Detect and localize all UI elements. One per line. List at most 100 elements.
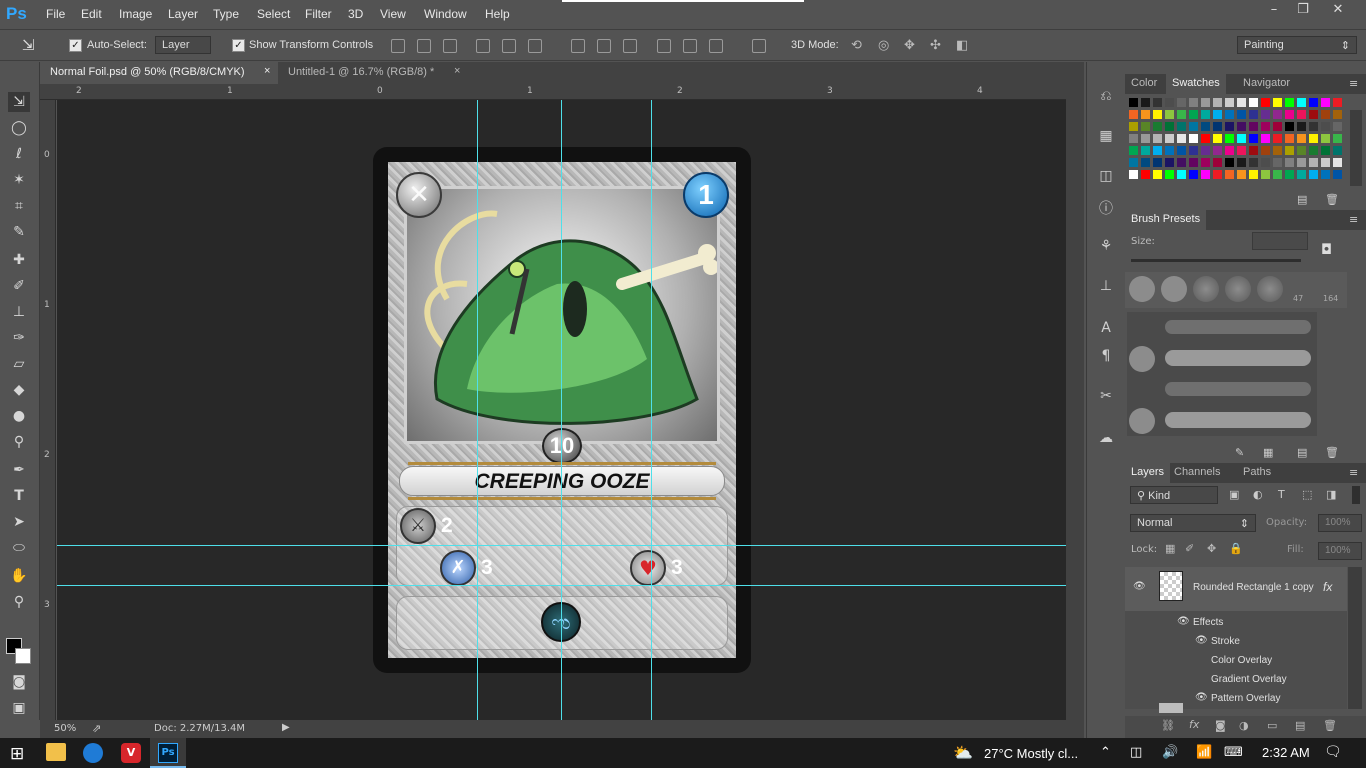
layers-list[interactable]: 👁 Rounded Rectangle 1 copy fx 👁 Effects … [1125, 567, 1347, 709]
color-swatch[interactable] [1189, 158, 1198, 167]
color-swatch[interactable] [1213, 134, 1222, 143]
clock[interactable]: 2:32 AM [1262, 745, 1310, 760]
color-swatch[interactable] [1285, 134, 1294, 143]
effects-row[interactable]: 👁 Effects [1125, 615, 1347, 633]
color-swatch[interactable] [1225, 98, 1234, 107]
swatch-scrollbar[interactable] [1350, 110, 1362, 186]
color-swatch[interactable] [1141, 134, 1150, 143]
brush-panel-icon[interactable]: ⚘ [1096, 238, 1116, 258]
tool-presets-icon[interactable]: ✂ [1096, 388, 1116, 408]
color-swatch[interactable] [1297, 110, 1306, 119]
restore-button[interactable]: ❐ [1288, 2, 1318, 22]
eraser-tool-icon[interactable]: ▱ [8, 354, 30, 374]
windows-start-icon[interactable]: ⊞ [10, 744, 24, 764]
visibility-eye-icon[interactable]: 👁 [1133, 581, 1146, 592]
add-mask-icon[interactable]: ◙ [1215, 719, 1226, 732]
drag-3d-icon[interactable]: ✥ [904, 38, 915, 53]
menu-layer[interactable]: Layer [168, 7, 198, 21]
paragraph-icon[interactable]: ¶ [1096, 348, 1116, 368]
background-color-swatch[interactable] [15, 648, 31, 664]
zoom-tool-icon[interactable]: ⚲ [8, 592, 30, 612]
color-swatch[interactable] [1141, 158, 1150, 167]
color-swatch[interactable] [1129, 110, 1138, 119]
color-swatch[interactable] [1213, 146, 1222, 155]
distribute-top-icon[interactable] [571, 39, 585, 53]
slide-3d-icon[interactable]: ✣ [930, 38, 941, 53]
color-swatch[interactable] [1249, 158, 1258, 167]
tab-untitled-1[interactable]: Untitled-1 @ 16.7% (RGB/8) * × [278, 62, 466, 84]
workspace-dropdown[interactable]: Painting ⇕ [1237, 36, 1357, 54]
character-icon[interactable]: A [1096, 320, 1116, 340]
color-swatch[interactable] [1189, 170, 1198, 179]
new-brush-icon[interactable]: ◘ [1321, 242, 1332, 258]
guide-horizontal[interactable] [57, 545, 1066, 546]
menu-image[interactable]: Image [119, 7, 152, 21]
color-swatch[interactable] [1273, 170, 1282, 179]
ellipse-tool-icon[interactable]: ⬭ [8, 538, 30, 558]
vertical-scrollbar[interactable] [1066, 84, 1084, 720]
brush-size-slider[interactable] [1131, 259, 1301, 262]
color-swatch[interactable] [1237, 134, 1246, 143]
color-swatch[interactable] [1213, 158, 1222, 167]
color-swatch[interactable] [1225, 110, 1234, 119]
file-explorer-icon[interactable] [46, 743, 66, 761]
menu-edit[interactable]: Edit [81, 7, 102, 21]
tab-swatches[interactable]: Swatches [1166, 74, 1226, 94]
color-swatch[interactable] [1213, 110, 1222, 119]
align-bottom-icon[interactable] [443, 39, 457, 53]
color-swatch[interactable] [1261, 134, 1270, 143]
color-swatch[interactable] [1141, 122, 1150, 131]
color-swatch[interactable] [1309, 170, 1318, 179]
minimize-button[interactable]: – [1259, 2, 1289, 22]
visibility-eye-icon[interactable]: 👁 [1195, 635, 1208, 646]
color-swatch[interactable] [1249, 170, 1258, 179]
toggle-brush-panel-icon[interactable]: ✎ [1235, 446, 1244, 459]
color-swatch[interactable] [1165, 122, 1174, 131]
visibility-eye-icon[interactable]: 👁 [1177, 616, 1190, 627]
filter-toggle[interactable] [1352, 486, 1360, 504]
color-swatch[interactable] [1297, 146, 1306, 155]
color-swatch[interactable] [1129, 122, 1138, 131]
tab-navigator[interactable]: Navigator [1237, 74, 1296, 94]
color-swatch[interactable] [1237, 98, 1246, 107]
color-swatch[interactable] [1261, 170, 1270, 179]
color-swatch[interactable] [1141, 170, 1150, 179]
menu-type[interactable]: Type [213, 7, 239, 21]
panel-menu-icon[interactable]: ≡ [1349, 77, 1358, 90]
brush-size-input[interactable] [1252, 232, 1308, 250]
color-swatch[interactable] [1285, 170, 1294, 179]
tray-chevron-icon[interactable]: ⌃ [1100, 745, 1111, 760]
color-swatch[interactable] [1261, 122, 1270, 131]
color-swatch[interactable] [1237, 122, 1246, 131]
lock-all-icon[interactable]: 🔒 [1229, 542, 1243, 555]
color-swatch[interactable] [1177, 146, 1186, 155]
color-swatch[interactable] [1177, 134, 1186, 143]
tab-brush-presets[interactable]: Brush Presets [1125, 210, 1207, 230]
color-swatch[interactable] [1261, 158, 1270, 167]
color-swatch[interactable] [1225, 146, 1234, 155]
color-swatch[interactable] [1129, 170, 1138, 179]
align-vcenter-icon[interactable] [417, 39, 431, 53]
guide-horizontal[interactable] [57, 585, 1066, 586]
color-swatch[interactable] [1273, 158, 1282, 167]
new-swatch-icon[interactable]: ▤ [1297, 193, 1307, 206]
history-icon[interactable]: ⎌ [1096, 88, 1116, 108]
color-swatch[interactable] [1237, 158, 1246, 167]
distribute-hcenter-icon[interactable] [683, 39, 697, 53]
color-swatch[interactable] [1249, 146, 1258, 155]
color-swatch[interactable] [1177, 110, 1186, 119]
color-swatch[interactable] [1249, 134, 1258, 143]
align-left-icon[interactable] [476, 39, 490, 53]
color-swatch[interactable] [1165, 98, 1174, 107]
color-swatch[interactable] [1249, 122, 1258, 131]
color-swatch[interactable] [1225, 170, 1234, 179]
paint-bucket-icon[interactable]: ◆ [8, 380, 30, 400]
color-swatch[interactable] [1213, 170, 1222, 179]
color-swatch[interactable] [1321, 98, 1330, 107]
color-swatch[interactable] [1189, 110, 1198, 119]
color-swatch[interactable] [1201, 134, 1210, 143]
healing-brush-icon[interactable]: ✚ [8, 250, 30, 270]
close-icon[interactable]: × [264, 65, 270, 77]
screen-mode-icon[interactable]: ▣ [8, 698, 30, 718]
brush-grid-icon[interactable]: ▦ [1263, 446, 1273, 459]
